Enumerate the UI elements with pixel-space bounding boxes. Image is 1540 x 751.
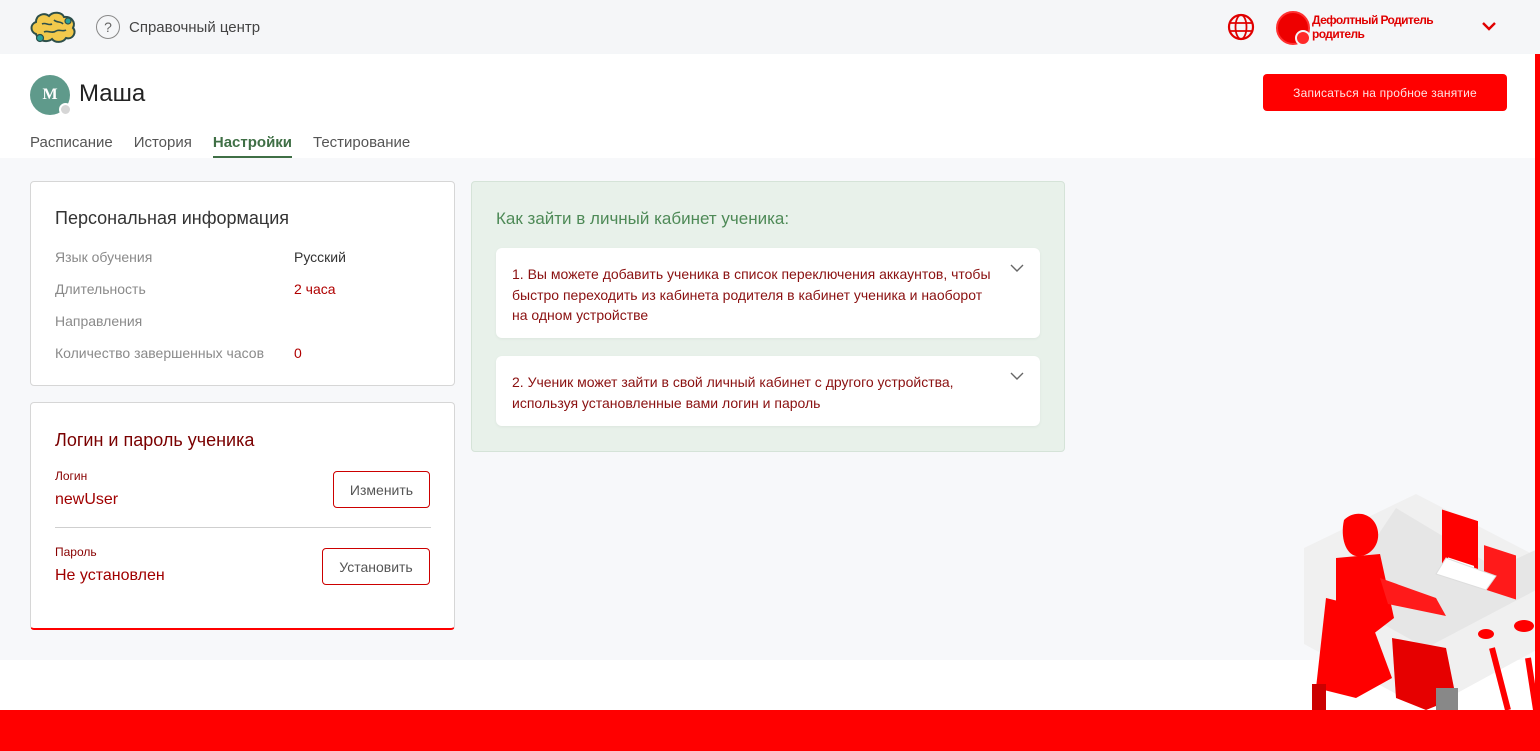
question-circle-icon: ? [96, 15, 120, 39]
faq-text: 1. Вы можете добавить ученика в список п… [512, 266, 991, 323]
login-caption: Логин [55, 469, 88, 483]
globe-icon[interactable] [1226, 13, 1256, 41]
info-label: Количество завершенных часов [55, 345, 265, 361]
brain-logo-icon[interactable] [28, 10, 78, 44]
tab-testing[interactable]: Тестирование [313, 134, 410, 158]
login-help-card: Как зайти в личный кабинет ученика: 1. В… [471, 181, 1065, 452]
login-value: newUser [55, 491, 119, 508]
password-value: Не установлен [55, 567, 165, 584]
top-bar: ? Справочный центр Дефолтный Родитель ро… [0, 0, 1540, 54]
chevron-down-icon [1010, 264, 1024, 272]
info-label: Направления [55, 313, 143, 329]
student-name: Маша [79, 80, 146, 107]
set-password-button[interactable]: Установить [322, 548, 430, 585]
right-edge-strip [1535, 54, 1540, 710]
account-role[interactable]: Дефолтный Родитель родитель [1312, 13, 1472, 41]
faq-item[interactable]: 2. Ученик может зайти в свой личный каби… [496, 356, 1040, 426]
help-card-title: Как зайти в личный кабинет ученика: [496, 209, 790, 228]
page: ? Справочный центр Дефолтный Родитель ро… [0, 0, 1540, 751]
login-card-title: Логин и пароль ученика [55, 430, 255, 450]
tab-bar: Расписание История Настройки Тестировани… [30, 134, 410, 158]
help-center-label: Справочный центр [129, 18, 261, 36]
info-label: Длительность [55, 281, 146, 297]
divider [55, 527, 431, 528]
student-at-desk-illustration [1304, 494, 1540, 710]
account-avatar[interactable] [1276, 11, 1311, 46]
login-password-card: Логин и пароль ученика Логин newUser Изм… [30, 402, 455, 630]
chevron-down-icon[interactable] [1481, 19, 1497, 33]
info-label: Язык обучения [55, 249, 153, 265]
personal-info-card: Персональная информация Язык обучения Ру… [30, 181, 455, 386]
info-value: 0 [294, 345, 302, 361]
faq-text: 2. Ученик может зайти в свой личный каби… [512, 374, 954, 411]
footer-band [0, 710, 1540, 751]
trial-lesson-button[interactable]: Записаться на пробное занятие [1263, 74, 1507, 111]
personal-info-title: Персональная информация [55, 208, 290, 228]
info-value: 2 часа [294, 281, 336, 297]
faq-item[interactable]: 1. Вы можете добавить ученика в список п… [496, 248, 1040, 338]
status-dot [59, 103, 72, 116]
chevron-down-icon [1010, 372, 1024, 380]
info-value: Русский [294, 249, 346, 265]
change-login-button[interactable]: Изменить [333, 471, 430, 508]
student-header: М Маша Записаться на пробное занятие Рас… [0, 54, 1540, 158]
tab-schedule[interactable]: Расписание [30, 134, 113, 158]
help-center-link[interactable]: ? Справочный центр [96, 15, 260, 39]
tab-history[interactable]: История [134, 134, 192, 158]
password-caption: Пароль [55, 545, 97, 559]
tab-settings[interactable]: Настройки [212, 134, 293, 158]
